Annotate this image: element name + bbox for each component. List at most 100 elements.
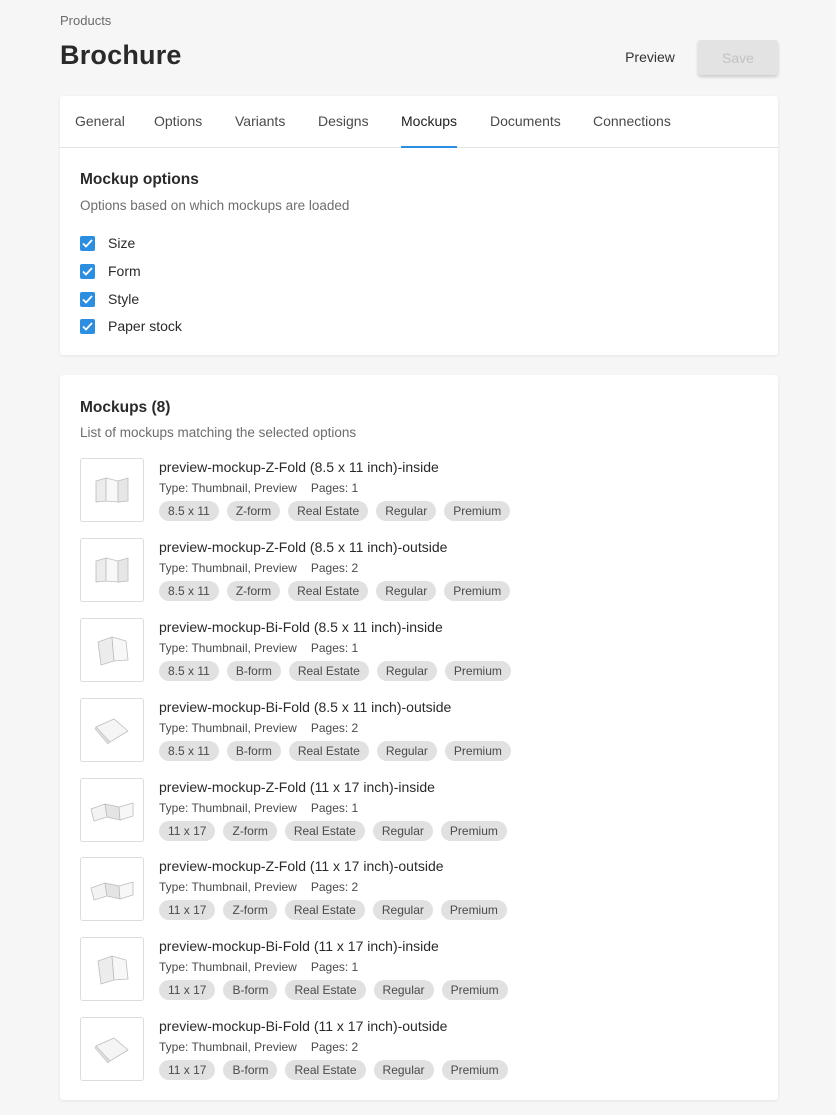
- tag-chip: 8.5 x 11: [159, 741, 219, 761]
- tag-chip: Regular: [376, 501, 437, 521]
- tag-chip: Premium: [444, 661, 511, 681]
- list-item[interactable]: preview-mockup-Bi-Fold (8.5 x 11 inch)-i…: [80, 618, 760, 682]
- list-item[interactable]: preview-mockup-Z-Fold (11 x 17 inch)-out…: [80, 857, 760, 921]
- save-button[interactable]: Save: [698, 40, 778, 75]
- list-item[interactable]: preview-mockup-Z-Fold (8.5 x 11 inch)-ou…: [80, 538, 760, 602]
- mockup-name: preview-mockup-Bi-Fold (11 x 17 inch)-ou…: [159, 1018, 448, 1034]
- tag-chip: 11 x 17: [159, 1060, 216, 1080]
- tag-list: 8.5 x 11 Z-form Real Estate Regular Prem…: [159, 501, 511, 521]
- tag-chip: Regular: [376, 741, 437, 761]
- tag-list: 8.5 x 11 Z-form Real Estate Regular Prem…: [159, 581, 511, 601]
- tab-general[interactable]: General: [75, 96, 125, 148]
- tag-chip: Premium: [444, 501, 511, 521]
- checkbox-checked-icon[interactable]: [80, 263, 95, 279]
- tag-chip: Z-form: [226, 581, 281, 601]
- tag-chip: Real Estate: [288, 661, 369, 681]
- tag-chip: Premium: [441, 1060, 508, 1080]
- checkbox-checked-icon[interactable]: [80, 291, 95, 307]
- mockup-type: Type: Thumbnail, Preview: [159, 561, 297, 575]
- tag-chip: Regular: [372, 900, 433, 920]
- tag-chip: Regular: [373, 1060, 434, 1080]
- tag-list: 8.5 x 11 B-form Real Estate Regular Prem…: [159, 741, 511, 761]
- list-item[interactable]: preview-mockup-Bi-Fold (8.5 x 11 inch)-o…: [80, 698, 760, 762]
- list-item[interactable]: preview-mockup-Bi-Fold (11 x 17 inch)-in…: [80, 937, 760, 1001]
- mockup-pages: Pages: 2: [310, 1040, 359, 1054]
- tag-chip: Regular: [376, 661, 437, 681]
- tag-list: 11 x 17 Z-form Real Estate Regular Premi…: [159, 900, 507, 920]
- zfold-icon: [80, 458, 144, 522]
- tag-chip: Real Estate: [288, 741, 369, 761]
- tab-options[interactable]: Options: [154, 96, 202, 148]
- breadcrumb[interactable]: Products: [60, 13, 111, 28]
- tab-documents[interactable]: Documents: [490, 96, 561, 148]
- tag-chip: Real Estate: [288, 581, 369, 601]
- option-label: Form: [108, 263, 141, 279]
- tag-list: 11 x 17 B-form Real Estate Regular Premi…: [159, 1060, 508, 1080]
- tag-chip: Premium: [441, 980, 508, 1000]
- bifold-icon: [80, 698, 144, 762]
- option-size[interactable]: Size: [80, 233, 135, 253]
- mockup-meta: Type: Thumbnail, Preview Pages: 1: [159, 481, 358, 495]
- mockup-pages: Pages: 1: [310, 960, 359, 974]
- mockup-meta: Type: Thumbnail, Preview Pages: 1: [159, 801, 358, 815]
- list-item[interactable]: preview-mockup-Z-Fold (11 x 17 inch)-ins…: [80, 778, 760, 842]
- mockup-pages: Pages: 2: [310, 721, 359, 735]
- tag-chip: 8.5 x 11: [159, 581, 219, 601]
- tag-chip: 8.5 x 11: [159, 501, 219, 521]
- mockups-title: Mockups (8): [80, 399, 171, 416]
- mockup-pages: Pages: 2: [310, 561, 359, 575]
- tag-chip: 11 x 17: [159, 980, 216, 1000]
- tab-designs[interactable]: Designs: [318, 96, 369, 148]
- zfold-wide-icon: [80, 778, 144, 842]
- mockup-pages: Pages: 1: [310, 481, 359, 495]
- mockup-pages: Pages: 1: [310, 641, 359, 655]
- tag-chip: Real Estate: [284, 821, 365, 841]
- mockup-name: preview-mockup-Bi-Fold (8.5 x 11 inch)-o…: [159, 699, 452, 715]
- mockup-pages: Pages: 1: [310, 801, 359, 815]
- zfold-wide-icon: [80, 857, 144, 921]
- mockup-meta: Type: Thumbnail, Preview Pages: 1: [159, 641, 358, 655]
- option-label: Style: [108, 291, 140, 307]
- tag-chip: B-form: [223, 1060, 278, 1080]
- mockup-name: preview-mockup-Z-Fold (11 x 17 inch)-out…: [159, 858, 444, 874]
- list-item[interactable]: preview-mockup-Bi-Fold (11 x 17 inch)-ou…: [80, 1017, 760, 1081]
- tab-connections[interactable]: Connections: [593, 96, 671, 148]
- tag-chip: Real Estate: [285, 1060, 366, 1080]
- mockup-type: Type: Thumbnail, Preview: [159, 880, 297, 894]
- mockup-options-subtitle: Options based on which mockups are loade…: [80, 198, 350, 213]
- tag-chip: Premium: [440, 900, 507, 920]
- tag-chip: B-form: [223, 980, 278, 1000]
- tag-chip: Premium: [444, 741, 511, 761]
- bifold-icon: [80, 618, 144, 682]
- mockup-type: Type: Thumbnail, Preview: [159, 1040, 297, 1054]
- mockup-name: preview-mockup-Z-Fold (11 x 17 inch)-ins…: [159, 779, 435, 795]
- list-item[interactable]: preview-mockup-Z-Fold (8.5 x 11 inch)-in…: [80, 458, 760, 522]
- mockup-name: preview-mockup-Z-Fold (8.5 x 11 inch)-ou…: [159, 539, 448, 555]
- mockup-meta: Type: Thumbnail, Preview Pages: 1: [159, 960, 358, 974]
- option-label: Paper stock: [108, 318, 182, 334]
- option-style[interactable]: Style: [80, 289, 139, 309]
- tag-chip: Real Estate: [284, 900, 365, 920]
- checkbox-checked-icon[interactable]: [80, 318, 95, 334]
- bifold-icon: [80, 1017, 144, 1081]
- option-form[interactable]: Form: [80, 261, 141, 281]
- tag-chip: Regular: [372, 821, 433, 841]
- bifold-icon: [80, 937, 144, 1001]
- tag-chip: Real Estate: [285, 980, 366, 1000]
- preview-button[interactable]: Preview: [610, 40, 690, 74]
- option-paper-stock[interactable]: Paper stock: [80, 316, 182, 336]
- tag-list: 8.5 x 11 B-form Real Estate Regular Prem…: [159, 661, 511, 681]
- mockup-pages: Pages: 2: [310, 880, 359, 894]
- mockups-subtitle: List of mockups matching the selected op…: [80, 425, 357, 440]
- tag-chip: Regular: [376, 581, 437, 601]
- tag-chip: Z-form: [223, 900, 277, 920]
- mockup-type: Type: Thumbnail, Preview: [159, 721, 297, 735]
- tab-mockups[interactable]: Mockups: [401, 96, 458, 148]
- mockup-name: preview-mockup-Z-Fold (8.5 x 11 inch)-in…: [159, 459, 439, 475]
- checkbox-checked-icon[interactable]: [80, 235, 95, 251]
- page: Products Brochure Preview Save General O…: [0, 0, 836, 1115]
- mockup-type: Type: Thumbnail, Preview: [159, 481, 297, 495]
- tag-chip: Real Estate: [288, 501, 369, 521]
- mockups-card: Mockups (8) List of mockups matching the…: [60, 375, 778, 1100]
- tab-variants[interactable]: Variants: [235, 96, 285, 148]
